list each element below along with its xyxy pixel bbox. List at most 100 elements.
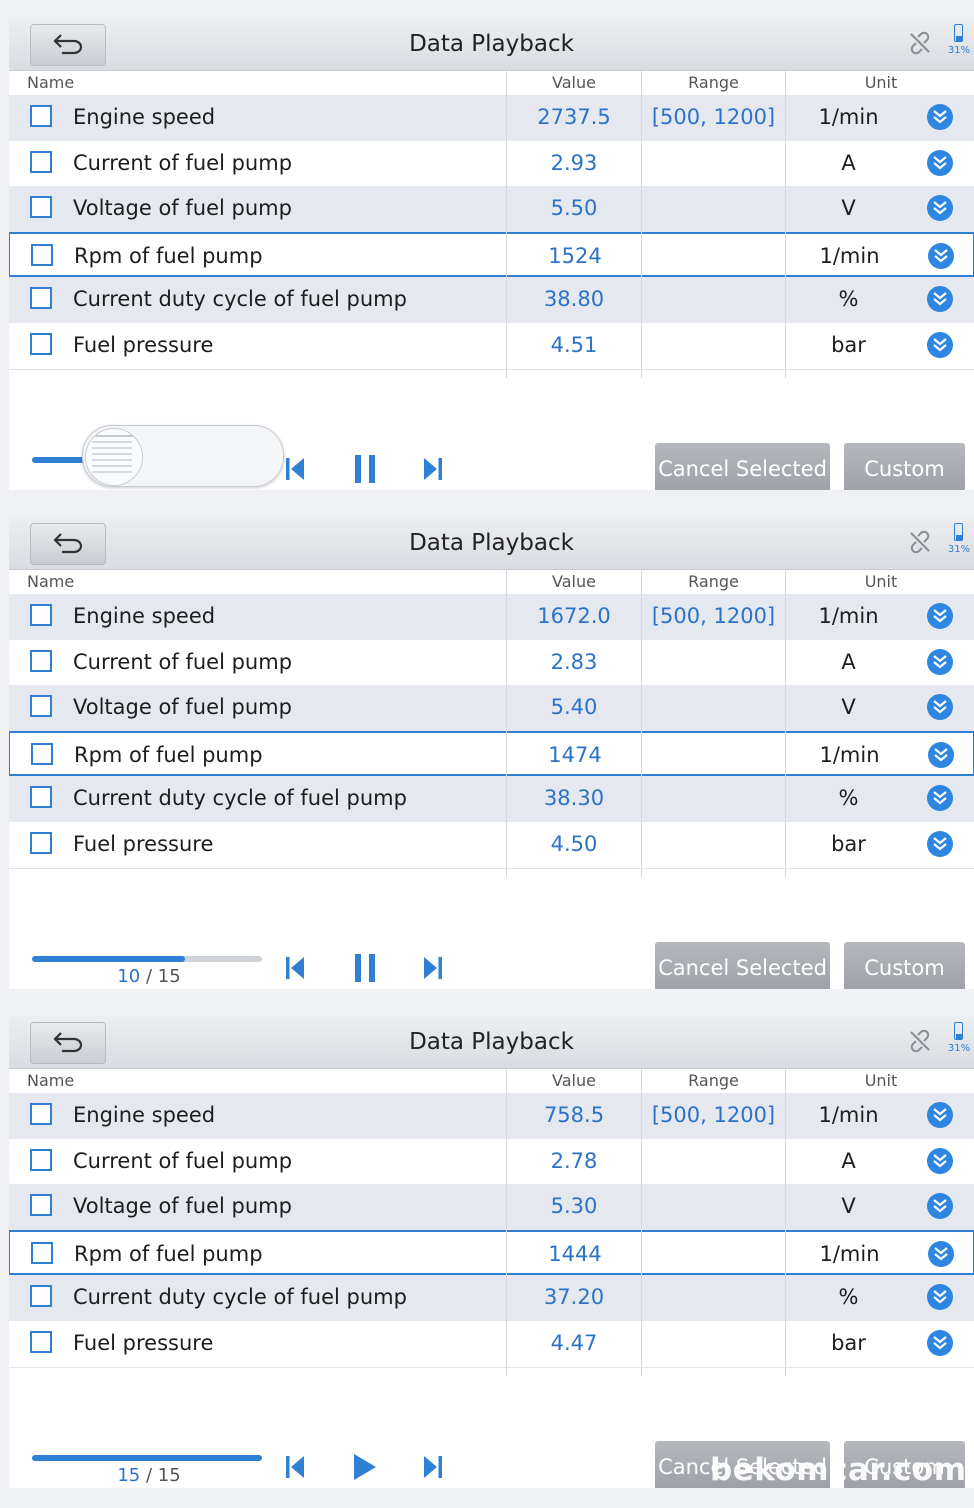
row-checkbox[interactable]: [30, 1194, 52, 1216]
row-checkbox[interactable]: [30, 287, 52, 309]
expand-chevron-icon[interactable]: [927, 1193, 953, 1219]
table-row[interactable]: Current duty cycle of fuel pump 38.30 %: [9, 776, 974, 822]
skip-previous-icon[interactable]: [283, 452, 307, 486]
column-divider: [785, 570, 786, 877]
screenshot-preview-bubble[interactable]: [82, 425, 284, 487]
expand-chevron-icon[interactable]: [927, 603, 953, 629]
skip-next-icon[interactable]: [421, 1450, 445, 1484]
skip-previous-icon[interactable]: [283, 1450, 307, 1484]
column-divider: [641, 1069, 642, 1376]
table-row[interactable]: Current of fuel pump 2.93 A: [9, 140, 974, 186]
expand-chevron-icon[interactable]: [927, 195, 953, 221]
skip-next-icon[interactable]: [421, 951, 445, 985]
row-checkbox[interactable]: [30, 1330, 52, 1353]
pause-icon[interactable]: [352, 452, 378, 486]
expand-chevron-icon[interactable]: [927, 694, 953, 720]
expand-chevron-icon[interactable]: [927, 286, 953, 312]
battery-percent: 31%: [947, 544, 971, 555]
row-checkbox[interactable]: [30, 604, 52, 626]
table-row[interactable]: Voltage of fuel pump 5.30 V: [9, 1184, 974, 1230]
expand-chevron-icon[interactable]: [927, 1102, 953, 1128]
row-checkbox[interactable]: [30, 831, 52, 854]
row-checkbox[interactable]: [30, 1285, 52, 1307]
table-row[interactable]: Current of fuel pump 2.83 A: [9, 639, 974, 685]
row-checkbox[interactable]: [31, 243, 53, 266]
row-checkbox[interactable]: [30, 196, 52, 218]
header-value: Value: [552, 1071, 596, 1090]
table-row-selected[interactable]: Rpm of fuel pump 1444 1/min: [9, 1229, 974, 1275]
playback-progress-slider[interactable]: [32, 956, 262, 962]
expand-chevron-icon[interactable]: [928, 1240, 954, 1267]
param-value: 5.50: [550, 196, 598, 220]
table-row[interactable]: Fuel pressure 4.50 bar: [9, 821, 974, 867]
param-value: 4.50: [550, 831, 598, 856]
table-row[interactable]: Voltage of fuel pump 5.40 V: [9, 685, 974, 731]
expand-chevron-icon[interactable]: [927, 830, 953, 857]
frame-counter: 10 / 15: [89, 966, 209, 987]
expand-chevron-icon[interactable]: [927, 648, 953, 675]
param-value: 2.93: [550, 150, 598, 175]
table-row-selected[interactable]: Rpm of fuel pump 1524 1/min: [9, 231, 974, 277]
expand-chevron-icon[interactable]: [927, 1147, 953, 1174]
param-value: 5.40: [550, 695, 598, 719]
row-checkbox[interactable]: [30, 332, 52, 355]
progress-fill: [32, 956, 186, 962]
skip-next-icon[interactable]: [421, 452, 445, 486]
custom-button[interactable]: Custom: [844, 942, 965, 989]
header-name: Name: [27, 1071, 75, 1090]
row-checkbox[interactable]: [31, 742, 53, 765]
expand-chevron-icon[interactable]: [927, 331, 953, 358]
play-icon[interactable]: [352, 1450, 378, 1484]
param-value: 38.30: [543, 786, 605, 810]
unlink-icon[interactable]: [908, 31, 932, 55]
row-checkbox[interactable]: [30, 786, 52, 808]
row-checkbox[interactable]: [30, 1148, 52, 1171]
param-value: 1672.0: [537, 604, 611, 628]
playback-progress-slider[interactable]: [32, 1455, 262, 1461]
cancel-selected-button[interactable]: Cancel Selected: [655, 942, 830, 989]
custom-button[interactable]: Custom: [844, 443, 965, 490]
table-row[interactable]: Voltage of fuel pump 5.50 V: [9, 186, 974, 232]
row-checkbox[interactable]: [31, 1241, 53, 1264]
table-row[interactable]: Fuel pressure 4.47 bar: [9, 1320, 974, 1366]
row-checkbox[interactable]: [30, 649, 52, 672]
unlink-icon[interactable]: [908, 530, 932, 554]
param-name: Current of fuel pump: [73, 150, 293, 175]
table-row[interactable]: Engine speed 2737.5 [500, 1200] 1/min: [9, 95, 974, 141]
row-checkbox[interactable]: [30, 105, 52, 127]
expand-chevron-icon[interactable]: [927, 104, 953, 130]
table-row[interactable]: Current duty cycle of fuel pump 37.20 %: [9, 1275, 974, 1321]
param-unit: V: [841, 196, 856, 220]
param-value: 4.47: [550, 1330, 598, 1355]
expand-chevron-icon[interactable]: [927, 1329, 953, 1356]
unlink-icon[interactable]: [908, 1029, 932, 1053]
param-name: Current of fuel pump: [73, 1148, 293, 1173]
expand-chevron-icon[interactable]: [928, 741, 954, 768]
expand-chevron-icon[interactable]: [927, 1284, 953, 1310]
column-divider: [506, 71, 507, 378]
param-unit: %: [838, 786, 859, 810]
table-row[interactable]: Engine speed 1672.0 [500, 1200] 1/min: [9, 594, 974, 640]
table-header: Name Value Range Unit: [9, 570, 974, 594]
table-row-selected[interactable]: Rpm of fuel pump 1474 1/min: [9, 730, 974, 776]
watermark-text: bekomcar.com: [710, 1452, 967, 1488]
table-row[interactable]: Fuel pressure 4.51 bar: [9, 322, 974, 368]
pause-icon[interactable]: [352, 951, 378, 985]
cancel-selected-button[interactable]: Cancel Selected: [655, 443, 830, 490]
table-row[interactable]: Current of fuel pump 2.78 A: [9, 1138, 974, 1184]
param-unit: V: [841, 1194, 856, 1218]
skip-previous-icon[interactable]: [283, 951, 307, 985]
row-checkbox[interactable]: [30, 695, 52, 717]
expand-chevron-icon[interactable]: [927, 785, 953, 811]
expand-chevron-icon[interactable]: [927, 149, 953, 176]
expand-chevron-icon[interactable]: [928, 242, 954, 269]
param-unit: V: [841, 695, 856, 719]
param-range: [500, 1200]: [651, 105, 776, 129]
table-row[interactable]: Engine speed 758.5 [500, 1200] 1/min: [9, 1093, 974, 1139]
row-checkbox[interactable]: [30, 150, 52, 173]
param-name: Fuel pressure: [73, 831, 214, 856]
row-checkbox[interactable]: [30, 1103, 52, 1125]
param-name: Engine speed: [73, 604, 216, 628]
param-value: 2.78: [550, 1148, 598, 1173]
table-row[interactable]: Current duty cycle of fuel pump 38.80 %: [9, 277, 974, 323]
